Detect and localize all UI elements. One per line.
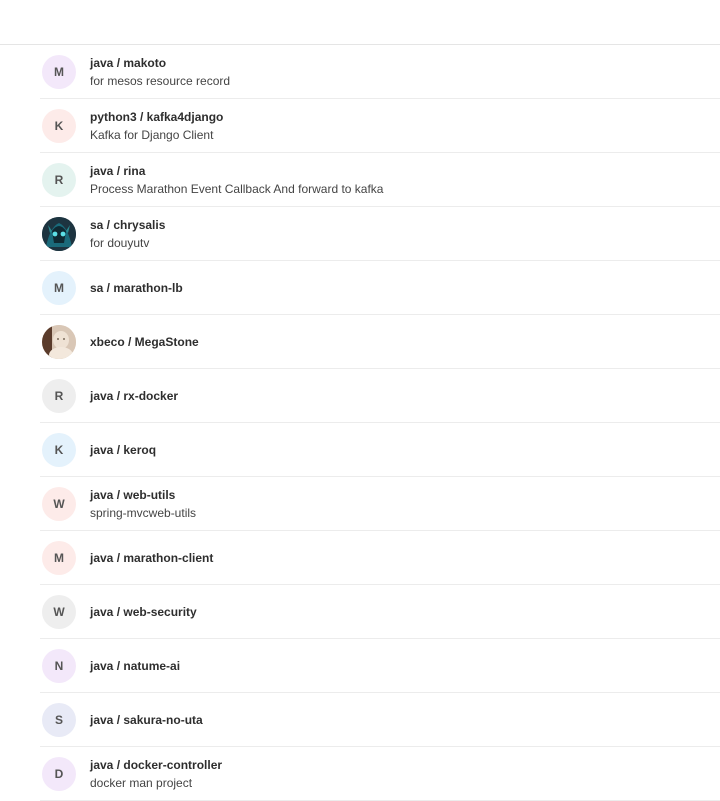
project-avatar[interactable]: S [42, 702, 76, 737]
creature-avatar-icon [42, 216, 76, 251]
avatar-letter: M [54, 64, 64, 79]
project-name-link[interactable]: java / sakura-no-uta [90, 712, 720, 728]
project-avatar[interactable]: R [42, 162, 76, 197]
avatar-letter: W [53, 496, 65, 511]
avatar-letter: N [54, 658, 64, 673]
avatar-letter: M [54, 280, 64, 295]
project-name-link[interactable]: java / rina [90, 163, 720, 179]
project-avatar[interactable]: W [42, 594, 76, 629]
project-name-link[interactable]: java / makoto [90, 55, 720, 71]
project-row[interactable]: Mjava / marathon-client [40, 531, 720, 585]
project-row[interactable]: xbeco / MegaStone [40, 315, 720, 369]
avatar-letter: K [54, 118, 64, 133]
project-text: java / docker-controller docker man proje… [90, 747, 720, 800]
project-row[interactable]: Sjava / sakura-no-uta [40, 693, 720, 747]
project-name-link[interactable]: xbeco / MegaStone [90, 334, 720, 350]
project-row[interactable]: Wjava / web-utils spring-mvcweb-utils [40, 477, 720, 531]
photo-avatar-icon [42, 324, 76, 359]
project-text: java / marathon-client [90, 531, 720, 584]
project-description: spring-mvcweb-utils [90, 505, 197, 520]
project-list: Mjava / makoto for mesos resource record K… [0, 45, 720, 801]
project-row[interactable]: Kjava / keroq [40, 423, 720, 477]
project-description: for douyutv [90, 235, 150, 250]
project-description: for mesos resource record [90, 73, 231, 88]
project-row[interactable]: Mjava / makoto for mesos resource record [40, 45, 720, 99]
project-avatar[interactable]: K [42, 432, 76, 467]
project-text: python3 / kafka4django Kafka for Django C… [90, 99, 720, 152]
project-text: sa / marathon-lb [90, 261, 720, 314]
project-avatar[interactable]: R [42, 378, 76, 413]
project-row[interactable]: Rjava / rina Process Marathon Event Callb… [40, 153, 720, 207]
project-text: java / web-security [90, 585, 720, 638]
project-avatar[interactable]: M [42, 54, 76, 89]
project-name-link[interactable]: java / natume-ai [90, 658, 720, 674]
project-name-link[interactable]: java / keroq [90, 442, 720, 458]
project-text: java / web-utils spring-mvcweb-utils [90, 477, 720, 530]
project-text: java / natume-ai [90, 639, 720, 692]
project-text: sa / chrysalis for douyutv [90, 207, 720, 260]
top-bar [0, 0, 720, 45]
avatar-letter: R [54, 172, 64, 187]
project-name-link[interactable]: java / rx-docker [90, 388, 720, 404]
project-name-link[interactable]: sa / marathon-lb [90, 280, 720, 296]
project-text: java / makoto for mesos resource record [90, 45, 720, 98]
avatar-letter: W [53, 604, 65, 619]
project-row[interactable]: Msa / marathon-lb [40, 261, 720, 315]
project-row[interactable]: sa / chrysalis for douyutv [40, 207, 720, 261]
project-name-link[interactable]: java / web-utils [90, 487, 720, 503]
avatar-letter: K [54, 442, 64, 457]
project-avatar[interactable]: W [42, 486, 76, 521]
project-row[interactable]: Rjava / rx-docker [40, 369, 720, 423]
project-row[interactable]: Kpython3 / kafka4django Kafka for Django … [40, 99, 720, 153]
project-avatar[interactable] [42, 324, 76, 359]
project-text: java / rina Process Marathon Event Callba… [90, 153, 720, 206]
project-name-link[interactable]: java / marathon-client [90, 550, 720, 566]
project-name-link[interactable]: java / docker-controller [90, 757, 720, 773]
project-name-link[interactable]: sa / chrysalis [90, 217, 720, 233]
avatar-letter: S [54, 712, 63, 727]
project-text: java / keroq [90, 423, 720, 476]
project-text: xbeco / MegaStone [90, 315, 720, 368]
project-description: Process Marathon Event Callback And forw… [90, 181, 384, 196]
avatar-letter: M [54, 550, 64, 565]
project-row[interactable]: Wjava / web-security [40, 585, 720, 639]
avatar-letter: D [54, 766, 64, 781]
project-avatar[interactable]: D [42, 756, 76, 791]
project-avatar[interactable]: M [42, 540, 76, 575]
project-avatar[interactable]: K [42, 108, 76, 143]
project-name-link[interactable]: java / web-security [90, 604, 720, 620]
avatar-letter: R [54, 388, 64, 403]
project-avatar[interactable] [42, 216, 76, 251]
project-avatar[interactable]: N [42, 648, 76, 683]
project-avatar[interactable]: M [42, 270, 76, 305]
project-description: docker man project [90, 775, 193, 790]
project-row[interactable]: Djava / docker-controller docker man proj… [40, 747, 720, 801]
project-name-link[interactable]: python3 / kafka4django [90, 109, 720, 125]
project-description: Kafka for Django Client [90, 127, 214, 142]
project-text: java / sakura-no-uta [90, 693, 720, 746]
project-text: java / rx-docker [90, 369, 720, 422]
project-row[interactable]: Njava / natume-ai [40, 639, 720, 693]
